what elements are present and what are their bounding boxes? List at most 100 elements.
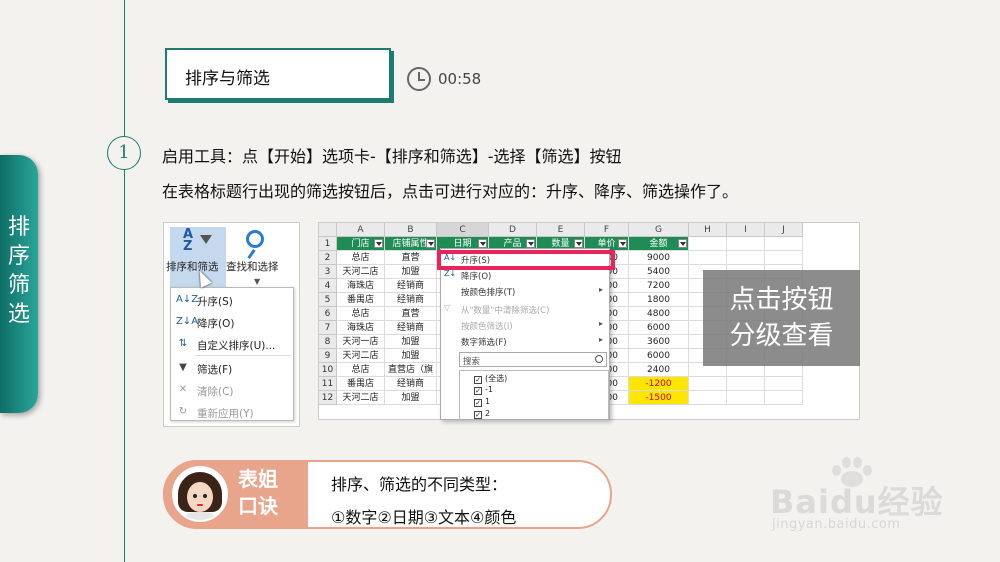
filter-dropdown-icon[interactable] — [426, 239, 435, 248]
checkbox-item[interactable]: ✓ 2 — [474, 409, 594, 419]
side-tab[interactable]: 排序筛选 — [0, 155, 38, 413]
header-label: 门店 — [351, 239, 370, 249]
table-cell[interactable] — [765, 377, 803, 391]
filter-dropdown-icon[interactable] — [374, 239, 383, 248]
table-cell[interactable]: 加盟 — [385, 391, 437, 405]
filter-dropdown-icon[interactable] — [478, 239, 487, 248]
table-cell[interactable]: 6000 — [629, 349, 689, 363]
column-header[interactable]: F — [585, 223, 629, 237]
checkbox-item[interactable]: ✓ -1 — [474, 385, 594, 397]
table-cell[interactable]: 天河二店 — [337, 265, 385, 279]
row-header[interactable]: 12 — [319, 391, 337, 405]
column-header[interactable]: D — [489, 223, 537, 237]
menu-item-reapply[interactable]: ↻ 重新应用(Y) — [171, 402, 295, 424]
table-cell[interactable]: 5400 — [629, 265, 689, 279]
table-cell[interactable] — [689, 251, 727, 265]
filter-search-input[interactable]: 搜索 — [459, 352, 607, 367]
table-cell[interactable] — [727, 251, 765, 265]
header-label: 店铺属性 — [392, 239, 429, 249]
row-header[interactable]: 9 — [319, 349, 337, 363]
table-cell[interactable]: 直营 — [385, 307, 437, 321]
filter-dropdown-icon[interactable] — [574, 239, 583, 248]
row-header[interactable]: 4 — [319, 279, 337, 293]
table-cell[interactable]: 天河二店 — [337, 349, 385, 363]
row-header[interactable]: 2 — [319, 251, 337, 265]
table-cell[interactable]: 总店 — [337, 307, 385, 321]
checkbox-item[interactable]: ✓ 1 — [474, 397, 594, 409]
table-cell[interactable]: 7200 — [629, 279, 689, 293]
table-cell[interactable]: 天河一店 — [337, 335, 385, 349]
sort-descending-icon: Z↓A — [176, 316, 199, 327]
table-cell[interactable]: 加盟 — [385, 349, 437, 363]
table-cell[interactable]: 经销商 — [385, 293, 437, 307]
filter-dropdown: A↓ 升序(S) Z↓ 降序(O) 按颜色排序(T) ▸ ▽ 从"数量"中清除筛… — [440, 248, 610, 420]
menu-item-clear[interactable]: ✕ 清除(C) — [171, 380, 295, 402]
table-cell[interactable]: 9000 — [629, 251, 689, 265]
table-cell[interactable] — [765, 391, 803, 405]
table-cell[interactable]: 直营店（旗 — [385, 363, 437, 377]
table-cell[interactable] — [727, 377, 765, 391]
row-header[interactable]: 6 — [319, 307, 337, 321]
menu-item-descending[interactable]: Z↓A 降序(O) — [171, 312, 295, 334]
sheet-corner[interactable] — [319, 223, 337, 237]
avatar — [172, 466, 228, 522]
row-header[interactable]: 5 — [319, 293, 337, 307]
column-header[interactable]: I — [727, 223, 765, 237]
table-cell[interactable] — [689, 377, 727, 391]
column-header[interactable]: B — [385, 223, 437, 237]
table-cell[interactable]: 番禺店 — [337, 377, 385, 391]
column-header[interactable]: J — [765, 223, 803, 237]
table-cell[interactable]: 番禺店 — [337, 293, 385, 307]
table-cell[interactable]: 海珠店 — [337, 321, 385, 335]
table-cell[interactable]: 经销商 — [385, 321, 437, 335]
dropdown-item-sort-by-color[interactable]: 按颜色排序(T) ▸ — [441, 283, 609, 299]
dropdown-item-filter-by-color[interactable]: 按颜色筛选(I) ▸ — [441, 317, 609, 333]
table-cell[interactable]: 经销商 — [385, 279, 437, 293]
table-cell[interactable]: -1500 — [629, 391, 689, 405]
table-cell[interactable] — [689, 391, 727, 405]
row-header[interactable]: 11 — [319, 377, 337, 391]
row-header[interactable]: 7 — [319, 321, 337, 335]
menu-item-filter[interactable]: ▼ 筛选(F) — [171, 358, 295, 380]
table-cell[interactable] — [689, 237, 727, 251]
checkbox-item[interactable]: ✓ (全选) — [474, 373, 594, 385]
table-cell[interactable]: 总店 — [337, 251, 385, 265]
table-cell[interactable] — [727, 391, 765, 405]
table-cell[interactable]: 6000 — [629, 321, 689, 335]
table-cell[interactable]: 3600 — [629, 335, 689, 349]
table-cell[interactable] — [765, 237, 803, 251]
filter-dropdown-icon[interactable] — [618, 239, 627, 248]
row-header[interactable]: 10 — [319, 363, 337, 377]
find-select-button[interactable]: 查找和选择 ▼ — [226, 227, 284, 287]
menu-item-custom-sort[interactable]: ⇅ 自定义排序(U)... — [171, 334, 295, 356]
table-cell[interactable]: 直营 — [385, 251, 437, 265]
row-header[interactable]: 3 — [319, 265, 337, 279]
table-cell[interactable]: 天河二店 — [337, 391, 385, 405]
table-cell[interactable] — [765, 251, 803, 265]
table-cell[interactable] — [727, 237, 765, 251]
sort-az-icon: AZ — [183, 227, 194, 254]
column-header[interactable]: G — [629, 223, 689, 237]
column-header[interactable]: C — [437, 223, 489, 237]
row-header[interactable]: 1 — [319, 237, 337, 251]
column-header[interactable]: A — [337, 223, 385, 237]
dropdown-item-number-filter[interactable]: 数字筛选(F) ▸ — [441, 333, 609, 349]
filter-dropdown-icon[interactable] — [678, 239, 687, 248]
dropdown-item-clear-filter[interactable]: ▽ 从"数量"中清除筛选(C) — [441, 301, 609, 317]
column-header[interactable]: H — [689, 223, 727, 237]
table-cell[interactable]: 总店 — [337, 363, 385, 377]
table-cell[interactable]: 加盟 — [385, 265, 437, 279]
table-cell[interactable]: 经销商 — [385, 377, 437, 391]
table-cell[interactable]: 加盟 — [385, 335, 437, 349]
table-cell[interactable]: -1200 — [629, 377, 689, 391]
menu-item-ascending[interactable]: A↓Z 升序(S) — [171, 290, 295, 312]
table-cell[interactable]: 1800 — [629, 293, 689, 307]
column-header[interactable]: E — [537, 223, 585, 237]
table-cell[interactable]: 4800 — [629, 307, 689, 321]
section-title-box: 排序与筛选 — [165, 48, 391, 100]
table-cell[interactable]: 2400 — [629, 363, 689, 377]
sort-ascending-icon: A↓Z — [176, 294, 199, 305]
table-cell[interactable]: 海珠店 — [337, 279, 385, 293]
filter-dropdown-icon[interactable] — [526, 239, 535, 248]
row-header[interactable]: 8 — [319, 335, 337, 349]
